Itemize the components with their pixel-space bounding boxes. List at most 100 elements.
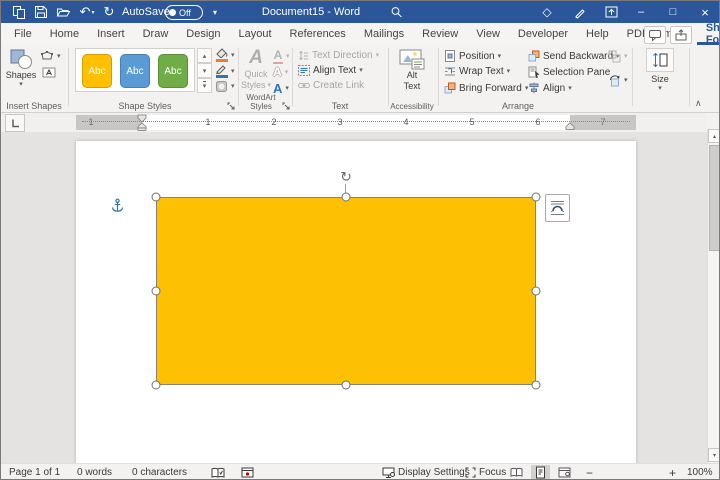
shape-resize-handle-top-left[interactable]: [152, 193, 161, 202]
zoom-level[interactable]: 100%: [687, 464, 713, 480]
search-icon[interactable]: [386, 1, 406, 23]
create-link-button[interactable]: Create Link: [298, 80, 364, 91]
tab-file[interactable]: File: [5, 23, 41, 45]
shape-style-blue[interactable]: Abc: [120, 54, 150, 88]
tab-mailings[interactable]: Mailings: [355, 23, 413, 45]
right-indent-marker[interactable]: [565, 122, 576, 131]
quick-styles-button[interactable]: A Quick Styles ▾: [240, 48, 272, 90]
display-settings-label: Display Settings: [398, 467, 470, 478]
align-text-button[interactable]: Align Text ▾: [298, 65, 363, 76]
tab-home[interactable]: Home: [41, 23, 88, 45]
gallery-more-button[interactable]: ▾: [197, 78, 212, 93]
tab-layout[interactable]: Layout: [230, 23, 281, 45]
position-button[interactable]: Position ▾: [444, 50, 501, 62]
wrap-text-button[interactable]: Wrap Text ▾: [444, 66, 510, 77]
tab-developer[interactable]: Developer: [509, 23, 577, 45]
shape-style-green[interactable]: Abc: [158, 54, 188, 88]
send-backward-button[interactable]: Send Backward ▾: [528, 50, 620, 62]
tab-stop-selector[interactable]: [5, 114, 25, 132]
tab-draw[interactable]: Draw: [134, 23, 178, 45]
alt-text-button[interactable]: Alt Text: [392, 49, 432, 92]
rotate-objects-button[interactable]: ▾: [608, 74, 628, 87]
vertical-scrollbar[interactable]: ▴ ▾: [707, 129, 720, 463]
undo-caret-icon[interactable]: ▾: [89, 1, 97, 23]
text-box-button[interactable]: [42, 67, 56, 78]
scroll-down-button[interactable]: ▾: [708, 448, 720, 462]
web-layout-button[interactable]: [555, 465, 574, 480]
shapes-button[interactable]: Shapes ▾: [4, 48, 38, 88]
shape-effects-button[interactable]: ▾: [215, 80, 235, 93]
redo-icon[interactable]: ↻: [99, 1, 119, 23]
shape-outline-button[interactable]: ▾: [215, 64, 235, 78]
size-label: Size: [651, 74, 669, 85]
word-count[interactable]: 0 words: [77, 464, 112, 480]
zoom-in-button[interactable]: +: [669, 464, 676, 480]
gallery-up-button[interactable]: ▴: [197, 48, 212, 63]
edit-shape-button[interactable]: ▾: [41, 51, 61, 61]
clipboard-icon[interactable]: [9, 1, 29, 23]
gallery-down-button[interactable]: ▾: [197, 63, 212, 78]
save-icon[interactable]: [31, 1, 51, 23]
dropdown-caret: ▾: [624, 53, 628, 60]
print-layout-button[interactable]: [531, 465, 550, 480]
macro-record-icon[interactable]: [241, 464, 254, 480]
display-settings-button[interactable]: Display Settings: [382, 464, 470, 480]
close-button[interactable]: ×: [695, 1, 715, 23]
position-icon: [444, 50, 456, 62]
document-canvas[interactable]: ↻: [1, 132, 707, 463]
character-count[interactable]: 0 characters: [132, 464, 187, 480]
maximize-button[interactable]: □: [663, 1, 683, 23]
selected-rectangle-shape[interactable]: [156, 197, 536, 385]
text-outline-button[interactable]: A ▾: [273, 66, 288, 78]
text-group-label: Text: [293, 101, 387, 111]
shape-resize-handle-middle-right[interactable]: [532, 287, 541, 296]
shape-rotate-handle[interactable]: ↻: [340, 169, 352, 186]
shape-styles-dialog-launcher-icon[interactable]: [227, 102, 235, 110]
selection-pane-button[interactable]: Selection Pane: [528, 66, 610, 78]
tab-review[interactable]: Review: [413, 23, 467, 45]
shape-fill-button[interactable]: ▾: [215, 48, 235, 62]
read-mode-button[interactable]: [507, 465, 526, 480]
shape-resize-handle-bottom-center[interactable]: [342, 381, 351, 390]
left-indent-markers[interactable]: [137, 114, 148, 131]
pencil-icon[interactable]: [569, 1, 589, 23]
minimize-button[interactable]: –: [631, 1, 651, 23]
premium-diamond-icon[interactable]: ◇: [537, 1, 557, 23]
tab-insert[interactable]: Insert: [88, 23, 134, 45]
bring-forward-button[interactable]: Bring Forward ▾: [444, 82, 528, 94]
shape-resize-handle-top-center[interactable]: [342, 193, 351, 202]
dropdown-caret: ▾: [359, 67, 363, 74]
page-indicator[interactable]: Page 1 of 1: [9, 464, 60, 480]
scroll-up-button[interactable]: ▴: [708, 129, 720, 143]
title-bar: ↶ ▾ ↻ AutoSave Off ▾ Document15 - Word ◇…: [1, 1, 720, 23]
zoom-out-button[interactable]: −: [586, 464, 593, 480]
collapse-ribbon-icon[interactable]: ∧: [695, 98, 702, 109]
open-icon[interactable]: [53, 1, 73, 23]
comments-button[interactable]: [644, 26, 666, 44]
ribbon-display-options-icon[interactable]: [601, 1, 621, 23]
quick-styles-label-1: Quick: [244, 69, 267, 80]
tab-shape-format[interactable]: Shape Format: [697, 23, 720, 45]
text-direction-button[interactable]: Text Direction ▾: [298, 50, 379, 61]
shape-style-orange[interactable]: Abc: [82, 54, 112, 88]
shape-resize-handle-middle-left[interactable]: [152, 287, 161, 296]
shape-resize-handle-bottom-right[interactable]: [532, 381, 541, 390]
proofing-status-icon[interactable]: [211, 464, 225, 480]
group-objects-button[interactable]: ▾: [608, 50, 628, 63]
share-button[interactable]: [670, 26, 692, 44]
scrollbar-thumb[interactable]: [709, 145, 720, 251]
tab-help[interactable]: Help: [577, 23, 618, 45]
tab-view[interactable]: View: [467, 23, 509, 45]
horizontal-ruler[interactable]: 1 1 2 3 4 5 6 7: [76, 115, 636, 130]
layout-options-button[interactable]: [545, 194, 570, 222]
align-button[interactable]: Align ▾: [528, 82, 572, 94]
focus-button[interactable]: Focus: [465, 464, 506, 480]
shape-resize-handle-bottom-left[interactable]: [152, 381, 161, 390]
autosave-toggle[interactable]: Off: [165, 5, 203, 20]
text-fill-button[interactable]: A ▾: [273, 49, 290, 64]
tab-references[interactable]: References: [281, 23, 355, 45]
tab-design[interactable]: Design: [177, 23, 229, 45]
size-button[interactable]: Size ▾: [641, 48, 679, 92]
wordart-dialog-launcher-icon[interactable]: [282, 102, 290, 110]
shape-resize-handle-top-right[interactable]: [532, 193, 541, 202]
